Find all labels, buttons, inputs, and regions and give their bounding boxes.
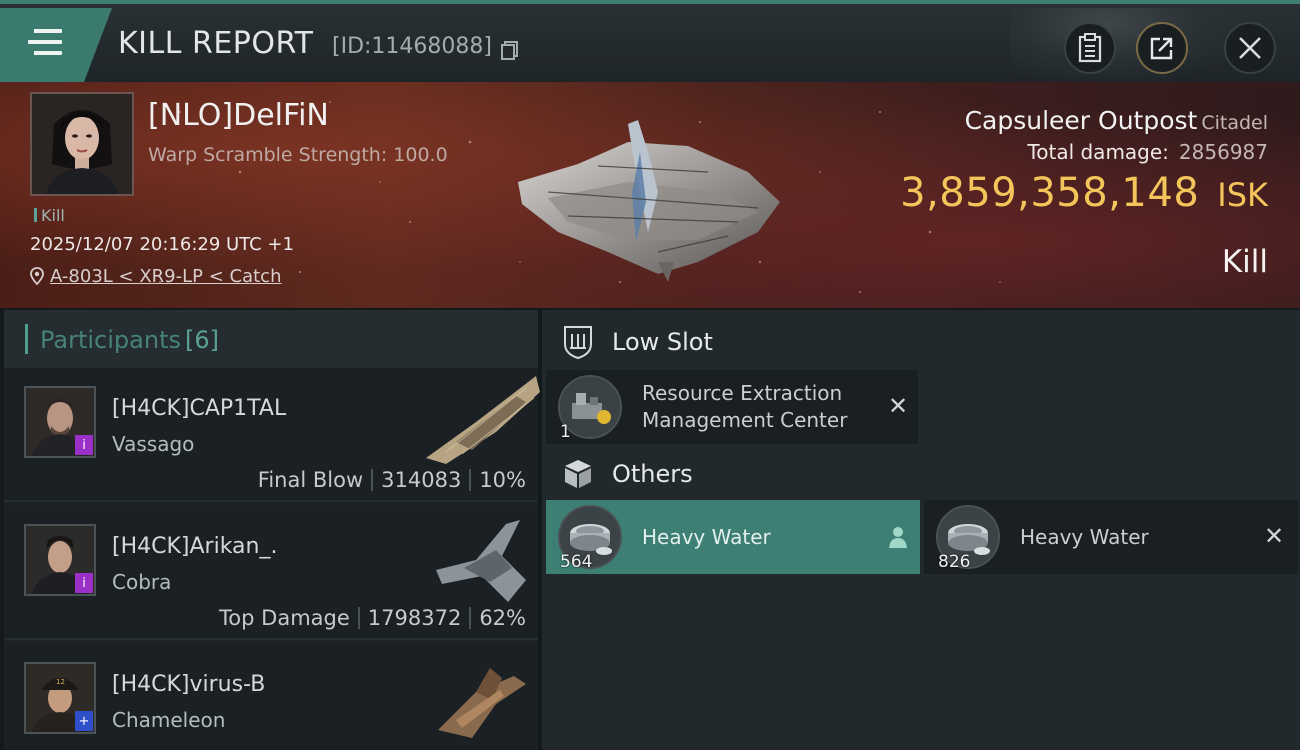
victim-subtitle: Warp Scramble Strength: 100.0 <box>148 144 448 166</box>
location-link[interactable]: A-803L < XR9-LP < Catch <box>50 266 281 287</box>
stat-separator <box>371 469 374 491</box>
stat-separator <box>357 607 360 629</box>
victim-ship-name[interactable]: Capsuleer Outpost Citadel <box>965 106 1268 135</box>
kill-banner: [NLO]DelFiN Warp Scramble Strength: 100.… <box>0 82 1300 308</box>
clipboard-icon <box>1078 33 1102 63</box>
kill-location[interactable]: A-803L < XR9-LP < Catch <box>30 266 281 287</box>
cube-icon <box>565 460 591 488</box>
total-damage: Total damage: 2856987 <box>1027 140 1268 164</box>
participants-title: Participants [6] <box>40 326 219 354</box>
participant-avatar[interactable]: i <box>24 386 96 458</box>
person-icon[interactable] <box>888 526 908 548</box>
total-damage-label: Total damage: <box>1027 140 1169 164</box>
participants-count: [6] <box>184 326 219 354</box>
module-quantity: 1 <box>560 422 571 442</box>
location-pin-icon <box>30 267 44 285</box>
header-accent-bar <box>25 324 28 354</box>
others-title: Others <box>612 460 693 488</box>
participant-ship: Cobra <box>112 570 172 594</box>
isk-value-row: 3,859,358,148 ISK <box>900 170 1268 216</box>
ship-class-text: Citadel <box>1201 112 1268 134</box>
participant-ship-image <box>426 376 540 464</box>
close-button[interactable] <box>1224 22 1276 74</box>
role-badge: i <box>75 573 93 593</box>
item-name: Heavy Water <box>642 525 771 549</box>
participants-header: Participants [6] <box>4 310 538 368</box>
stat-separator <box>469 607 472 629</box>
clipboard-button[interactable] <box>1064 22 1116 74</box>
module-name: Resource Extraction Management Center <box>642 380 847 434</box>
menu-button[interactable] <box>0 8 112 82</box>
participant-row[interactable]: 12 + [H4CK]virus-B Chameleon <box>4 644 538 750</box>
participant-ship: Chameleon <box>112 708 226 732</box>
module-close-icon[interactable]: ✕ <box>888 392 908 420</box>
item-quantity: 826 <box>938 552 971 572</box>
role-badge: i <box>75 435 93 455</box>
stat-separator <box>469 469 472 491</box>
participants-panel[interactable]: Participants [6] i [H4CK]CAP1TAL Vassago … <box>4 310 540 750</box>
share-icon <box>1150 37 1173 60</box>
item-name: Heavy Water <box>1020 525 1149 549</box>
total-damage-value: 2856987 <box>1178 140 1268 164</box>
victim-ship-image[interactable] <box>508 112 788 282</box>
participant-row[interactable]: i [H4CK]Arikan_. Cobra Top Damage 1798372… <box>4 506 538 640</box>
close-icon <box>1239 37 1261 59</box>
participant-stats: Top Damage 1798372 62% <box>219 606 526 630</box>
share-button[interactable] <box>1136 22 1188 74</box>
isk-unit: ISK <box>1217 176 1268 214</box>
participant-ship-image <box>438 668 526 738</box>
cargo-item[interactable]: 826 Heavy Water ✕ <box>924 500 1298 574</box>
participant-stats: Final Blow 314083 10% <box>258 468 526 492</box>
svg-text:12: 12 <box>56 678 65 686</box>
item-close-icon[interactable]: ✕ <box>1264 522 1284 550</box>
participant-name[interactable]: [H4CK]CAP1TAL <box>112 396 286 421</box>
participant-name[interactable]: [H4CK]virus-B <box>112 672 265 697</box>
others-section-header: Others <box>542 444 1300 504</box>
report-id: [ID:11468088] <box>332 34 492 59</box>
module-item[interactable]: 1 Resource Extraction Management Center … <box>546 370 918 444</box>
participant-name[interactable]: [H4CK]Arikan_. <box>112 534 277 559</box>
low-slot-icon <box>564 326 592 360</box>
participant-damage: 314083 <box>381 468 462 492</box>
victim-avatar[interactable] <box>30 92 134 196</box>
participant-row[interactable]: i [H4CK]CAP1TAL Vassago Final Blow 314083… <box>4 368 540 502</box>
ship-name-text: Capsuleer Outpost <box>964 106 1198 135</box>
participant-ship: Vassago <box>112 432 195 456</box>
page-title: KILL REPORT <box>118 26 314 61</box>
role-badge: + <box>75 711 93 731</box>
kill-result-label: Kill <box>1221 244 1268 280</box>
low-slot-title: Low Slot <box>612 328 713 356</box>
low-slot-section-header: Low Slot <box>542 312 1300 372</box>
kill-tag: Kill <box>34 206 65 225</box>
fitting-panel[interactable]: Low Slot 1 Resource Extraction Managemen… <box>542 310 1300 750</box>
participant-avatar[interactable]: i <box>24 524 96 596</box>
header-decoration <box>1010 8 1250 84</box>
item-quantity: 564 <box>560 552 593 572</box>
participant-role: Top Damage <box>219 606 350 630</box>
cargo-item-selected[interactable]: 564 Heavy Water <box>546 500 920 574</box>
participant-percent: 62% <box>479 606 526 630</box>
header-bar: KILL REPORT [ID:11468088] <box>0 0 1300 84</box>
victim-name[interactable]: [NLO]DelFiN <box>148 98 329 133</box>
participants-title-text: Participants <box>40 326 181 354</box>
participant-avatar[interactable]: 12 + <box>24 662 96 734</box>
kill-timestamp: 2025/12/07 20:16:29 UTC +1 <box>30 234 294 255</box>
participant-role: Final Blow <box>257 468 364 492</box>
menu-icon <box>28 29 62 55</box>
participant-damage: 1798372 <box>367 606 462 630</box>
module-name-line2: Management Center <box>642 408 848 432</box>
participant-percent: 10% <box>479 468 526 492</box>
participant-ship-image <box>436 520 526 602</box>
copy-icon[interactable] <box>500 40 520 60</box>
module-name-line1: Resource Extraction <box>642 381 843 405</box>
isk-value: 3,859,358,148 <box>900 170 1200 216</box>
